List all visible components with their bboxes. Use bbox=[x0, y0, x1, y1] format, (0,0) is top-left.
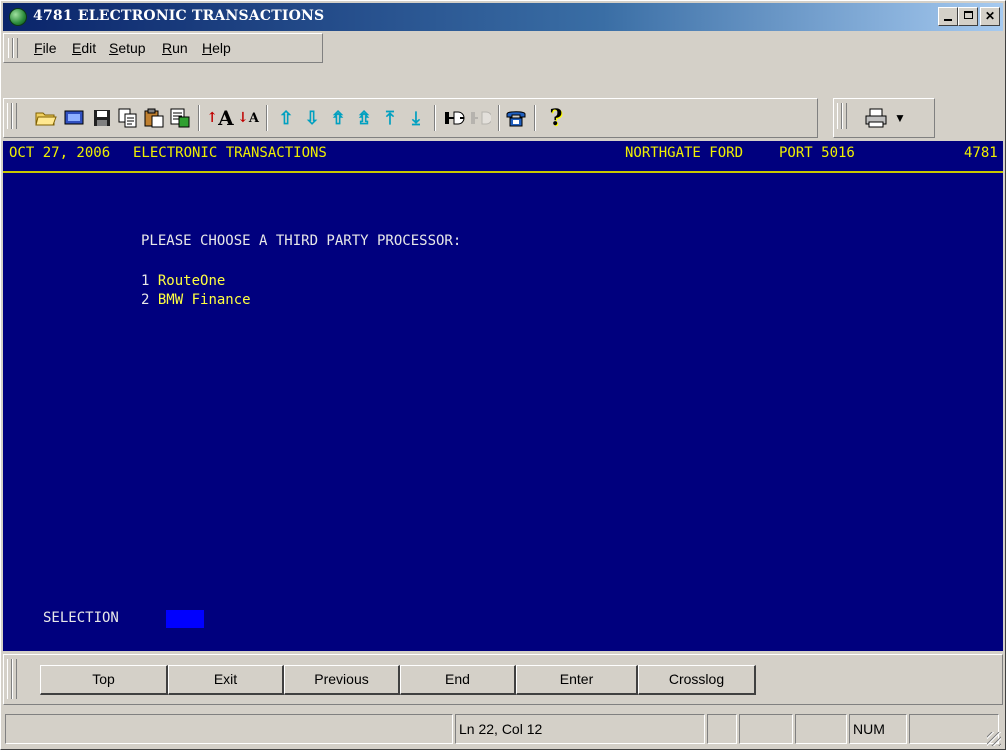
top-icon[interactable]: ⤒ bbox=[378, 106, 402, 130]
font-smaller-icon[interactable]: ↓ A bbox=[236, 106, 260, 130]
page-up-icon[interactable]: ⇮ bbox=[326, 106, 350, 130]
transfer-icon[interactable] bbox=[168, 106, 192, 130]
exit-button[interactable]: Exit bbox=[168, 665, 284, 695]
header-screen-name: ELECTRONIC TRANSACTIONS bbox=[133, 145, 327, 161]
cursor-position: Ln 22, Col 12 bbox=[455, 714, 705, 744]
print-icon[interactable] bbox=[864, 106, 888, 130]
arrow-down-icon[interactable]: ⇩ bbox=[300, 106, 324, 130]
menu-file[interactable]: File bbox=[34, 40, 57, 56]
maximize-icon bbox=[963, 11, 973, 19]
status-panel-blank bbox=[739, 714, 793, 744]
menu-bar: File Edit Setup Run Help bbox=[3, 33, 323, 63]
maximize-button[interactable] bbox=[958, 7, 978, 26]
copy-icon[interactable] bbox=[116, 106, 140, 130]
function-key-bar: Top Exit Previous End Enter Crosslog bbox=[3, 654, 1003, 705]
toolbar-grip[interactable] bbox=[842, 103, 847, 129]
resize-grip-icon[interactable] bbox=[987, 732, 1001, 746]
terminal-screen[interactable]: OCT 27, 2006 ELECTRONIC TRANSACTIONS NOR… bbox=[3, 141, 1003, 651]
status-panel-blank bbox=[909, 714, 999, 744]
globe-icon[interactable] bbox=[9, 8, 27, 26]
bottom-icon[interactable]: ⤓ bbox=[404, 106, 428, 130]
menu-setup[interactable]: Setup bbox=[109, 40, 146, 56]
menu-help[interactable]: Help bbox=[202, 40, 231, 56]
toolbar-separator bbox=[266, 105, 268, 131]
terminal-header: OCT 27, 2006 ELECTRONIC TRANSACTIONS NOR… bbox=[3, 141, 1003, 173]
toolbar-grip[interactable] bbox=[12, 659, 17, 699]
arrow-up-icon[interactable]: ⇧ bbox=[274, 106, 298, 130]
header-port: PORT 5016 bbox=[779, 145, 855, 161]
toolbar-separator bbox=[434, 105, 436, 131]
window-title: 4781 ELECTRONIC TRANSACTIONS bbox=[33, 8, 325, 24]
help-icon[interactable]: ? bbox=[544, 105, 568, 131]
option-routeone[interactable]: 1 RouteOne bbox=[141, 273, 225, 289]
crosslog-button[interactable]: Crosslog bbox=[638, 665, 756, 695]
toolbar: ↑ A ↓ A ⇧ ⇩ ⇮ ⇯ ⤒ ⤓ ? bbox=[3, 98, 818, 138]
page-down-icon[interactable]: ⇯ bbox=[352, 106, 376, 130]
close-button[interactable]: ✕ bbox=[980, 7, 1000, 26]
status-panel-blank bbox=[707, 714, 737, 744]
selection-input[interactable] bbox=[166, 610, 204, 628]
toolbar-separator bbox=[498, 105, 500, 131]
menu-run[interactable]: Run bbox=[162, 40, 188, 56]
disconnect-icon[interactable] bbox=[468, 106, 492, 130]
status-bar: Ln 22, Col 12 NUM bbox=[3, 710, 1003, 748]
menu-grip[interactable] bbox=[13, 38, 18, 58]
title-bar[interactable]: 4781 ELECTRONIC TRANSACTIONS ✕ bbox=[3, 3, 1003, 31]
option-bmw-finance[interactable]: 2 BMW Finance bbox=[141, 292, 251, 308]
header-dealer: NORTHGATE FORD bbox=[625, 145, 744, 161]
num-lock-indicator: NUM bbox=[849, 714, 907, 744]
connect-icon[interactable] bbox=[442, 106, 466, 130]
previous-button[interactable]: Previous bbox=[284, 665, 400, 695]
top-button[interactable]: Top bbox=[40, 665, 168, 695]
menu-edit[interactable]: Edit bbox=[72, 40, 96, 56]
font-larger-icon[interactable]: ↑ A bbox=[206, 106, 233, 130]
toolbar-separator bbox=[198, 105, 200, 131]
enter-button[interactable]: Enter bbox=[516, 665, 638, 695]
screen-icon[interactable] bbox=[62, 106, 86, 130]
toolbar-separator bbox=[534, 105, 536, 131]
status-panel-blank bbox=[795, 714, 847, 744]
phone-icon[interactable] bbox=[504, 106, 528, 130]
header-date: OCT 27, 2006 bbox=[9, 145, 111, 161]
toolbar-grip[interactable] bbox=[12, 103, 17, 129]
status-message-panel bbox=[5, 714, 453, 744]
chevron-down-icon[interactable]: ▼ bbox=[888, 106, 912, 130]
end-button[interactable]: End bbox=[400, 665, 516, 695]
header-id: 4781 bbox=[964, 145, 998, 161]
application-window: 4781 ELECTRONIC TRANSACTIONS ✕ File Edit… bbox=[0, 0, 1006, 750]
open-folder-icon[interactable] bbox=[34, 106, 58, 130]
processor-prompt: PLEASE CHOOSE A THIRD PARTY PROCESSOR: bbox=[141, 233, 462, 249]
save-icon[interactable] bbox=[90, 106, 114, 130]
paste-icon[interactable] bbox=[142, 106, 166, 130]
selection-label: SELECTION bbox=[43, 610, 119, 626]
minimize-icon bbox=[944, 19, 952, 21]
minimize-button[interactable] bbox=[938, 7, 958, 26]
close-icon: ✕ bbox=[984, 9, 996, 23]
print-toolbar: ▼ bbox=[833, 98, 935, 138]
